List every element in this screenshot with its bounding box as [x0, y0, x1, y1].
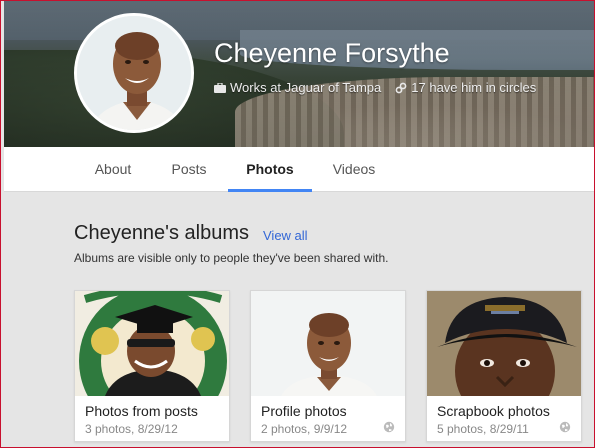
album-thumbnail — [427, 291, 581, 396]
album-meta: 3 photos, 8/29/12 — [85, 422, 178, 436]
profile-circles[interactable]: 17 have him in circles — [411, 80, 536, 95]
album-thumbnail — [251, 291, 405, 396]
link-icon — [395, 82, 407, 93]
album-title: Profile photos — [261, 403, 347, 419]
tab-videos[interactable]: Videos — [316, 147, 392, 192]
album-title: Photos from posts — [85, 403, 198, 419]
briefcase-icon — [214, 82, 226, 93]
tab-photos[interactable]: Photos — [228, 147, 312, 192]
profile-avatar[interactable] — [74, 13, 194, 133]
album-meta: 5 photos, 8/29/11 — [437, 422, 529, 436]
albums-title: Cheyenne's albums — [74, 222, 250, 244]
album-meta: 2 photos, 9/9/12 — [261, 422, 348, 436]
album-card-profile-photos[interactable]: Profile photos 2 photos, 9/9/12 — [250, 290, 406, 442]
tab-about[interactable]: About — [74, 147, 152, 192]
profile-tabs: About Posts Photos Videos — [4, 147, 595, 192]
globe-icon — [383, 421, 395, 433]
albums-subtitle: Albums are visible only to people they'v… — [74, 251, 389, 265]
tab-posts[interactable]: Posts — [152, 147, 226, 192]
album-card-scrapbook-photos[interactable]: Scrapbook photos 5 photos, 8/29/11 — [426, 290, 582, 442]
album-card-photos-from-posts[interactable]: Photos from posts 3 photos, 8/29/12 — [74, 290, 230, 442]
view-all-link[interactable]: View all — [263, 228, 308, 243]
profile-name: Cheyenne Forsythe — [214, 38, 450, 68]
profile-work: Works at Jaguar of Tampa — [230, 80, 382, 95]
profile-meta: Works at Jaguar of Tampa 17 have him in … — [214, 80, 536, 95]
album-title: Scrapbook photos — [437, 403, 550, 419]
globe-icon — [559, 421, 571, 433]
album-thumbnail — [75, 291, 229, 396]
